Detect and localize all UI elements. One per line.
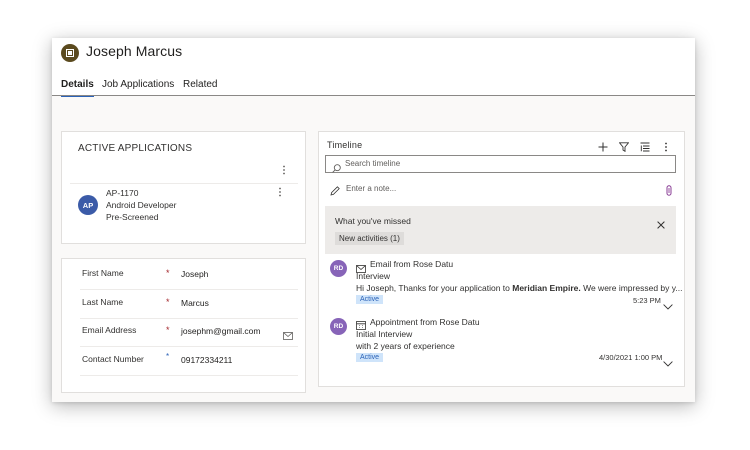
status-badge: Active: [356, 295, 384, 304]
pencil-icon: [330, 183, 340, 201]
activity-title[interactable]: Appointment from Rose Datu: [370, 317, 480, 327]
first-name-value[interactable]: Joseph: [181, 269, 208, 279]
activity-subtitle: Initial Interview: [356, 329, 413, 339]
search-placeholder: Search timeline: [345, 159, 401, 168]
active-applications-card: ACTIVE APPLICATIONS AP AP-1170 Android D…: [61, 131, 306, 244]
activity-body-company: Meridian Empire.: [512, 283, 581, 293]
record-header: Joseph Marcus Details Job Applications R…: [52, 38, 695, 97]
required-indicator: *: [166, 268, 170, 278]
activity-body: with 2 years of experience: [356, 341, 455, 351]
chevron-down-icon[interactable]: [663, 354, 673, 372]
email-address-value[interactable]: josephm@gmail.com: [181, 326, 261, 336]
required-indicator: *: [166, 297, 170, 307]
activity-subtitle: Interview: [356, 271, 391, 281]
email-address-label: Email Address: [82, 325, 137, 335]
last-name-label: Last Name: [82, 297, 124, 307]
status-badge: Active: [356, 353, 384, 362]
chevron-down-icon[interactable]: [663, 297, 673, 315]
avatar: RD: [330, 260, 347, 277]
whats-missed-panel: What you've missed New activities (1): [325, 206, 676, 254]
record-title: Joseph Marcus: [86, 43, 183, 59]
card-title-active-applications: ACTIVE APPLICATIONS: [78, 143, 193, 154]
whats-missed-title: What you've missed: [335, 216, 411, 226]
activity-body: Hi Joseph, Thanks for your application t…: [356, 283, 682, 293]
tab-bar: Details Job Applications Related: [52, 78, 695, 97]
search-timeline-input[interactable]: Search timeline: [325, 155, 676, 173]
application-position: Android Developer: [106, 200, 177, 210]
new-activities-chip[interactable]: New activities (1): [335, 232, 404, 245]
attachment-icon[interactable]: [666, 183, 672, 201]
first-name-label: First Name: [82, 268, 124, 278]
close-icon[interactable]: [657, 216, 665, 234]
note-placeholder: Enter a note...: [346, 184, 397, 193]
last-name-value[interactable]: Marcus: [181, 298, 209, 308]
search-icon: [332, 160, 341, 178]
application-stage: Pre-Screened: [106, 212, 159, 222]
more-options-icon[interactable]: [282, 165, 286, 177]
activity-timestamp: 4/30/2021 1:00 PM: [599, 353, 663, 362]
contact-number-label: Contact Number: [82, 354, 144, 364]
recommended-indicator: *: [166, 352, 170, 361]
application-id: AP-1170: [106, 188, 139, 198]
row-divider: [70, 183, 298, 184]
tab-job-applications[interactable]: Job Applications: [102, 79, 174, 95]
activity-body-suffix: We were impressed by y...: [580, 283, 683, 293]
avatar: RD: [330, 318, 347, 335]
activity-title[interactable]: Email from Rose Datu: [370, 259, 453, 269]
row-divider: [80, 375, 298, 376]
email-compose-icon[interactable]: [283, 327, 293, 345]
contact-details-card: First Name * Joseph Last Name * Marcus E…: [61, 258, 306, 393]
row-divider: [80, 346, 298, 347]
row-divider: [80, 318, 298, 319]
app-window: Joseph Marcus Details Job Applications R…: [52, 38, 695, 402]
timeline-title: Timeline: [327, 140, 363, 150]
avatar: AP: [78, 195, 98, 215]
item-more-options-icon[interactable]: [278, 187, 282, 199]
contact-number-value[interactable]: 09172334211: [181, 355, 232, 365]
header-divider: [52, 95, 695, 96]
required-indicator: *: [166, 325, 170, 335]
row-divider: [80, 289, 298, 290]
activity-body-prefix: Hi Joseph, Thanks for your application t…: [356, 283, 513, 293]
record-entity-icon: [61, 44, 79, 62]
activity-timestamp: 5:23 PM: [633, 296, 661, 305]
tab-related[interactable]: Related: [183, 79, 217, 95]
